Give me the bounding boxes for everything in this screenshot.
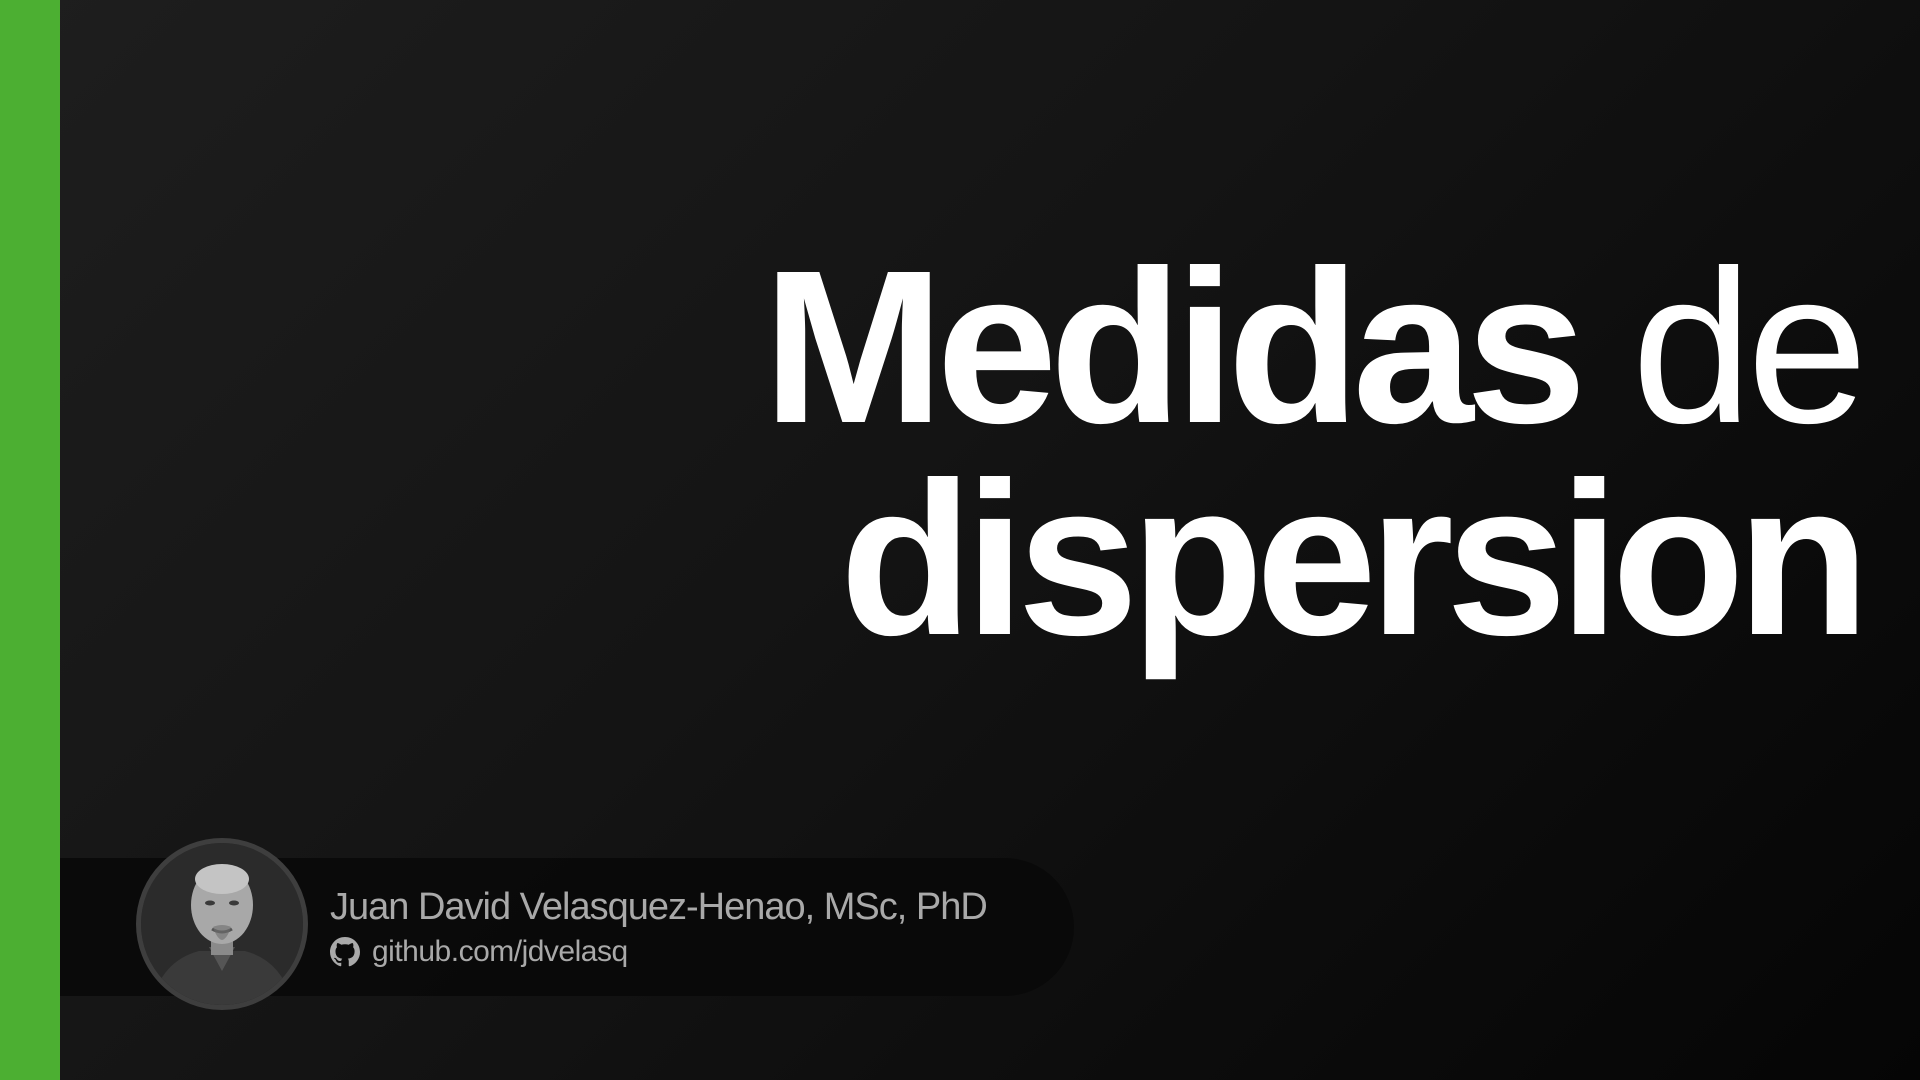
avatar-photo <box>141 843 303 1005</box>
title-word-dispersion: dispersion <box>839 438 1870 681</box>
title-word-de: de <box>1631 226 1868 469</box>
github-link[interactable]: github.com/jdvelasq <box>330 934 628 970</box>
slide-title: Medidas de dispersion <box>763 239 1870 681</box>
author-name: Juan David Velasquez-Henao, MSc, PhD <box>330 886 988 928</box>
title-word-medidas: Medidas <box>762 226 1587 469</box>
title-line-1: Medidas de <box>763 239 1868 457</box>
github-icon <box>330 937 360 967</box>
accent-bar <box>0 0 60 1080</box>
author-avatar <box>136 838 308 1010</box>
github-link-text: github.com/jdvelasq <box>372 935 628 968</box>
